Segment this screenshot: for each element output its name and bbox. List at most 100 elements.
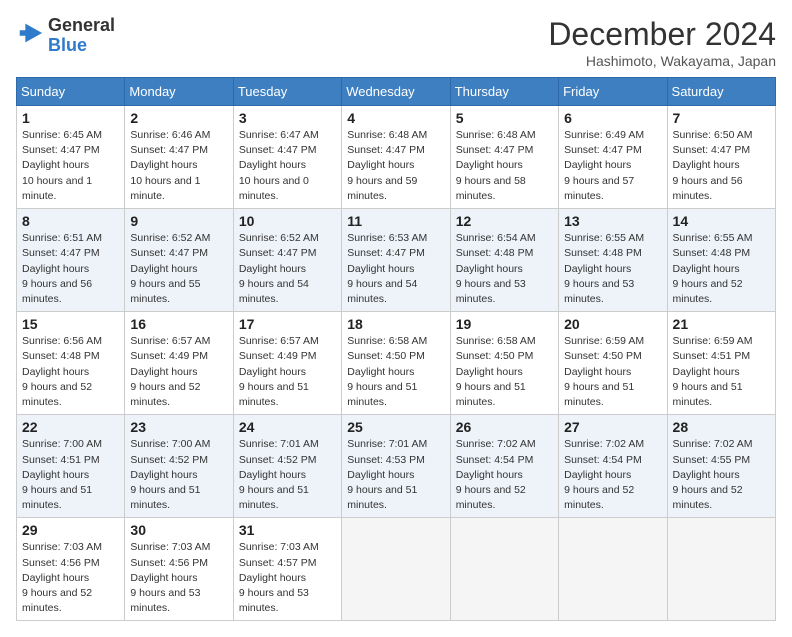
day-info: Sunrise: 6:52 AMSunset: 4:47 PMDaylight … <box>239 231 336 307</box>
day-info: Sunrise: 7:02 AMSunset: 4:54 PMDaylight … <box>456 437 553 513</box>
weekday-header: Tuesday <box>233 78 341 106</box>
day-number: 6 <box>564 110 661 126</box>
weekday-header-row: SundayMondayTuesdayWednesdayThursdayFrid… <box>17 78 776 106</box>
calendar-week-row: 8Sunrise: 6:51 AMSunset: 4:47 PMDaylight… <box>17 209 776 312</box>
day-info: Sunrise: 6:48 AMSunset: 4:47 PMDaylight … <box>456 128 553 204</box>
calendar-day-cell: 8Sunrise: 6:51 AMSunset: 4:47 PMDaylight… <box>17 209 125 312</box>
weekday-header: Friday <box>559 78 667 106</box>
day-number: 7 <box>673 110 770 126</box>
day-info: Sunrise: 6:54 AMSunset: 4:48 PMDaylight … <box>456 231 553 307</box>
calendar-day-cell <box>667 518 775 621</box>
day-info: Sunrise: 6:55 AMSunset: 4:48 PMDaylight … <box>673 231 770 307</box>
calendar-day-cell: 6 Sunrise: 6:49 AMSunset: 4:47 PMDaylight… <box>559 106 667 209</box>
day-info: Sunrise: 6:59 AMSunset: 4:50 PMDaylight … <box>564 334 661 410</box>
calendar-day-cell: 10 Sunrise: 6:52 AMSunset: 4:47 PMDayligh… <box>233 209 341 312</box>
calendar-day-cell: 16Sunrise: 6:57 AMSunset: 4:49 PMDayligh… <box>125 312 233 415</box>
title-section: December 2024 Hashimoto, Wakayama, Japan <box>548 16 776 69</box>
calendar-day-cell: 1 Sunrise: 6:45 AMSunset: 4:47 PMDaylight… <box>17 106 125 209</box>
calendar-day-cell: 9 Sunrise: 6:52 AMSunset: 4:47 PMDaylight… <box>125 209 233 312</box>
day-number: 5 <box>456 110 553 126</box>
calendar-day-cell: 23 Sunrise: 7:00 AMSunset: 4:52 PMDayligh… <box>125 415 233 518</box>
day-info: Sunrise: 6:46 AMSunset: 4:47 PMDaylight … <box>130 128 227 204</box>
day-number: 23 <box>130 419 227 435</box>
calendar-day-cell: 12 Sunrise: 6:54 AMSunset: 4:48 PMDayligh… <box>450 209 558 312</box>
day-info: Sunrise: 6:48 AMSunset: 4:47 PMDaylight … <box>347 128 444 204</box>
day-number: 13 <box>564 213 661 229</box>
calendar-day-cell: 20Sunrise: 6:59 AMSunset: 4:50 PMDayligh… <box>559 312 667 415</box>
logo-icon <box>16 19 44 47</box>
day-number: 1 <box>22 110 119 126</box>
weekday-header: Saturday <box>667 78 775 106</box>
calendar-day-cell: 5 Sunrise: 6:48 AMSunset: 4:47 PMDaylight… <box>450 106 558 209</box>
day-info: Sunrise: 6:56 AMSunset: 4:48 PMDaylight … <box>22 334 119 410</box>
month-title: December 2024 <box>548 16 776 53</box>
calendar-day-cell: 4Sunrise: 6:48 AMSunset: 4:47 PMDaylight… <box>342 106 450 209</box>
day-info: Sunrise: 6:52 AMSunset: 4:47 PMDaylight … <box>130 231 227 307</box>
calendar-week-row: 1 Sunrise: 6:45 AMSunset: 4:47 PMDaylight… <box>17 106 776 209</box>
day-info: Sunrise: 6:55 AMSunset: 4:48 PMDaylight … <box>564 231 661 307</box>
day-info: Sunrise: 7:02 AMSunset: 4:55 PMDaylight … <box>673 437 770 513</box>
calendar-day-cell: 29 Sunrise: 7:03 AMSunset: 4:56 PMDayligh… <box>17 518 125 621</box>
logo-text: General Blue <box>48 16 115 56</box>
logo: General Blue <box>16 16 115 56</box>
day-number: 21 <box>673 316 770 332</box>
calendar-day-cell: 11 Sunrise: 6:53 AMSunset: 4:47 PMDayligh… <box>342 209 450 312</box>
day-info: Sunrise: 6:51 AMSunset: 4:47 PMDaylight … <box>22 231 119 307</box>
calendar-day-cell: 15Sunrise: 6:56 AMSunset: 4:48 PMDayligh… <box>17 312 125 415</box>
location-subtitle: Hashimoto, Wakayama, Japan <box>548 53 776 69</box>
day-number: 2 <box>130 110 227 126</box>
calendar-day-cell <box>450 518 558 621</box>
day-info: Sunrise: 6:47 AMSunset: 4:47 PMDaylight … <box>239 128 336 204</box>
calendar-week-row: 22Sunrise: 7:00 AMSunset: 4:51 PMDayligh… <box>17 415 776 518</box>
day-number: 28 <box>673 419 770 435</box>
day-info: Sunrise: 6:58 AMSunset: 4:50 PMDaylight … <box>347 334 444 410</box>
day-info: Sunrise: 7:03 AMSunset: 4:57 PMDaylight … <box>239 540 336 616</box>
weekday-header: Monday <box>125 78 233 106</box>
day-number: 24 <box>239 419 336 435</box>
calendar-day-cell: 30 Sunrise: 7:03 AMSunset: 4:56 PMDayligh… <box>125 518 233 621</box>
day-info: Sunrise: 6:45 AMSunset: 4:47 PMDaylight … <box>22 128 119 204</box>
calendar-day-cell: 18 Sunrise: 6:58 AMSunset: 4:50 PMDayligh… <box>342 312 450 415</box>
calendar-day-cell <box>342 518 450 621</box>
day-info: Sunrise: 7:03 AMSunset: 4:56 PMDaylight … <box>22 540 119 616</box>
day-info: Sunrise: 6:58 AMSunset: 4:50 PMDaylight … <box>456 334 553 410</box>
calendar-week-row: 29 Sunrise: 7:03 AMSunset: 4:56 PMDayligh… <box>17 518 776 621</box>
calendar-day-cell: 13 Sunrise: 6:55 AMSunset: 4:48 PMDayligh… <box>559 209 667 312</box>
day-number: 9 <box>130 213 227 229</box>
day-info: Sunrise: 6:49 AMSunset: 4:47 PMDaylight … <box>564 128 661 204</box>
day-info: Sunrise: 6:53 AMSunset: 4:47 PMDaylight … <box>347 231 444 307</box>
calendar-day-cell: 26Sunrise: 7:02 AMSunset: 4:54 PMDayligh… <box>450 415 558 518</box>
day-info: Sunrise: 7:00 AMSunset: 4:52 PMDaylight … <box>130 437 227 513</box>
calendar-day-cell: 19 Sunrise: 6:58 AMSunset: 4:50 PMDayligh… <box>450 312 558 415</box>
calendar-day-cell: 2 Sunrise: 6:46 AMSunset: 4:47 PMDaylight… <box>125 106 233 209</box>
calendar-day-cell: 25Sunrise: 7:01 AMSunset: 4:53 PMDayligh… <box>342 415 450 518</box>
calendar-day-cell: 27 Sunrise: 7:02 AMSunset: 4:54 PMDayligh… <box>559 415 667 518</box>
calendar-week-row: 15Sunrise: 6:56 AMSunset: 4:48 PMDayligh… <box>17 312 776 415</box>
calendar-day-cell: 28 Sunrise: 7:02 AMSunset: 4:55 PMDayligh… <box>667 415 775 518</box>
day-number: 30 <box>130 522 227 538</box>
calendar-day-cell: 31Sunrise: 7:03 AMSunset: 4:57 PMDayligh… <box>233 518 341 621</box>
calendar-day-cell <box>559 518 667 621</box>
day-info: Sunrise: 7:02 AMSunset: 4:54 PMDaylight … <box>564 437 661 513</box>
calendar-day-cell: 14 Sunrise: 6:55 AMSunset: 4:48 PMDayligh… <box>667 209 775 312</box>
day-number: 29 <box>22 522 119 538</box>
day-info: Sunrise: 6:59 AMSunset: 4:51 PMDaylight … <box>673 334 770 410</box>
calendar-day-cell: 22Sunrise: 7:00 AMSunset: 4:51 PMDayligh… <box>17 415 125 518</box>
calendar-day-cell: 17Sunrise: 6:57 AMSunset: 4:49 PMDayligh… <box>233 312 341 415</box>
page-header: General Blue December 2024 Hashimoto, Wa… <box>16 16 776 69</box>
day-info: Sunrise: 7:03 AMSunset: 4:56 PMDaylight … <box>130 540 227 616</box>
day-number: 18 <box>347 316 444 332</box>
day-number: 12 <box>456 213 553 229</box>
day-info: Sunrise: 7:01 AMSunset: 4:53 PMDaylight … <box>347 437 444 513</box>
calendar-day-cell: 3Sunrise: 6:47 AMSunset: 4:47 PMDaylight… <box>233 106 341 209</box>
day-number: 10 <box>239 213 336 229</box>
day-number: 27 <box>564 419 661 435</box>
day-info: Sunrise: 7:00 AMSunset: 4:51 PMDaylight … <box>22 437 119 513</box>
day-number: 17 <box>239 316 336 332</box>
day-info: Sunrise: 6:50 AMSunset: 4:47 PMDaylight … <box>673 128 770 204</box>
weekday-header: Thursday <box>450 78 558 106</box>
weekday-header: Sunday <box>17 78 125 106</box>
day-number: 11 <box>347 213 444 229</box>
day-number: 19 <box>456 316 553 332</box>
day-number: 14 <box>673 213 770 229</box>
